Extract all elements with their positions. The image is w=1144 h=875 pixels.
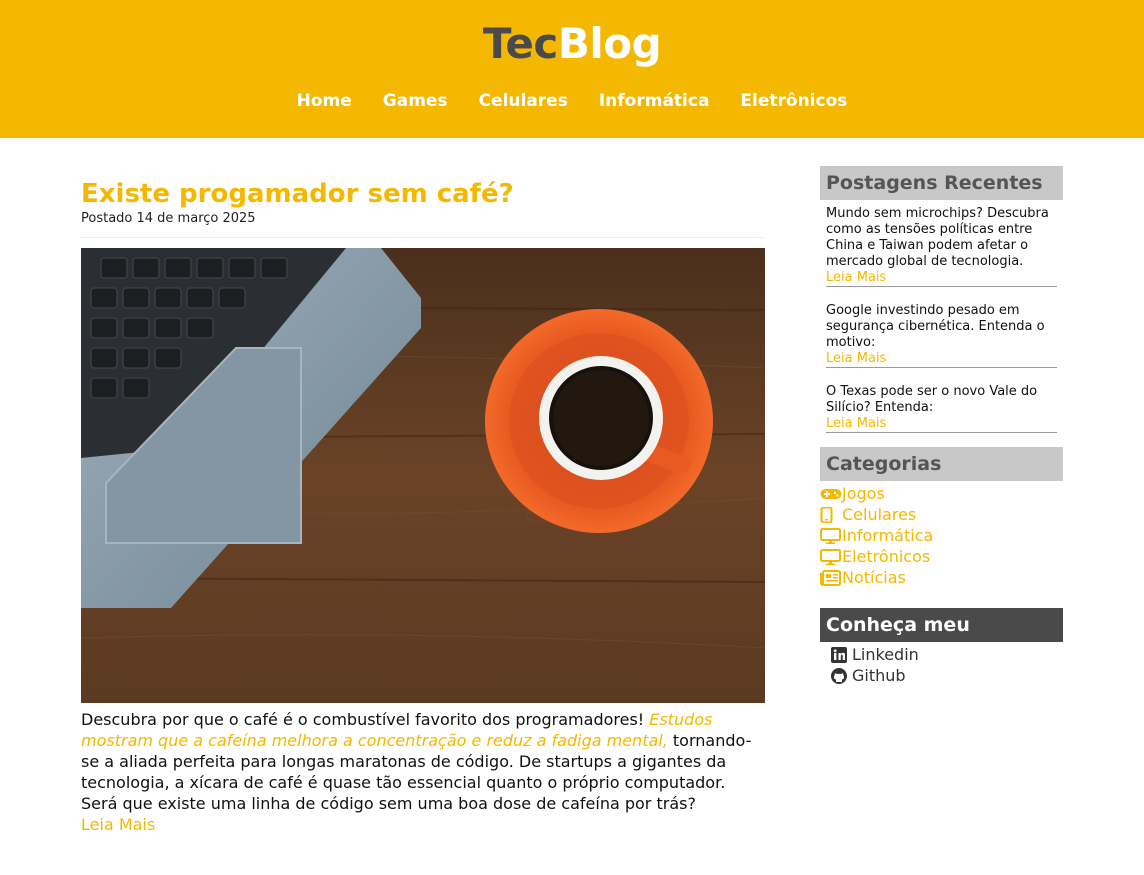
recent-post-read-more[interactable]: Leia Mais [826, 416, 1057, 433]
github-icon [831, 667, 847, 684]
github-label: Github [852, 666, 906, 685]
category-celulares[interactable]: Celulares [820, 504, 1063, 525]
work-links: Linkedin Github [820, 644, 1063, 686]
read-more-link[interactable]: Leia Mais [81, 814, 765, 835]
category-noticias[interactable]: Notícias [820, 567, 1063, 588]
recent-post-text: Mundo sem microchips? Descubra como as t… [826, 206, 1049, 269]
nav-eletronicos[interactable]: Eletrônicos [740, 88, 847, 114]
linkedin-label: Linkedin [852, 645, 919, 664]
post-image-laptop-coffee [81, 248, 765, 703]
linkedin-link[interactable]: Linkedin [830, 644, 1063, 665]
logo-tec: Tec [482, 19, 558, 68]
gamepad-icon [820, 488, 842, 499]
nav-home[interactable]: Home [297, 88, 352, 114]
newspaper-icon [820, 569, 841, 586]
category-label: Informática [842, 526, 934, 545]
category-label: Notícias [842, 568, 906, 587]
desktop-icon [820, 548, 841, 565]
main-content: Existe progamador sem café? Postado 14 d… [81, 138, 765, 835]
post-date: Postado 14 de março 2025 [81, 211, 256, 226]
recent-post-read-more[interactable]: Leia Mais [826, 351, 1057, 368]
recent-post: Google investindo pesado em segurança ci… [820, 303, 1063, 368]
nav-games[interactable]: Games [383, 88, 448, 114]
recent-post: O Texas pode ser o novo Vale do Silício?… [820, 384, 1063, 433]
recent-post-text: Google investindo pesado em segurança ci… [826, 303, 1045, 350]
site-header: TecBlog Home Games Celulares Informática… [0, 0, 1144, 138]
recent-post-text: O Texas pode ser o novo Vale do Silício?… [826, 384, 1038, 415]
category-jogos[interactable]: Jogos [820, 483, 1063, 504]
site-logo[interactable]: TecBlog [0, 18, 1144, 70]
work-heading: Conheça meu trabalho [820, 608, 1063, 670]
recent-posts-heading: Postagens Recentes [820, 166, 1063, 200]
categories-list: Jogos Celulares Informática Eletrônicos … [820, 483, 1063, 588]
post-text-intro: Descubra por que o café é o combustível … [81, 710, 650, 729]
nav-celulares[interactable]: Celulares [479, 88, 568, 114]
divider [81, 237, 765, 238]
recent-post: Mundo sem microchips? Descubra como as t… [820, 206, 1063, 287]
linkedin-icon [831, 646, 847, 663]
category-eletronicos[interactable]: Eletrônicos [820, 546, 1063, 567]
main-nav: Home Games Celulares Informática Eletrôn… [0, 88, 1144, 114]
category-label: Jogos [842, 484, 885, 503]
category-label: Celulares [842, 505, 917, 524]
nav-informatica[interactable]: Informática [599, 88, 710, 114]
category-label: Eletrônicos [842, 547, 931, 566]
post-excerpt: Descubra por que o café é o combustível … [81, 709, 765, 814]
mobile-icon [820, 506, 833, 523]
category-informatica[interactable]: Informática [820, 525, 1063, 546]
monitor-icon [820, 527, 841, 544]
categories-heading: Categorias [820, 447, 1063, 481]
sidebar: Postagens Recentes Mundo sem microchips?… [820, 166, 1063, 686]
logo-blog: Blog [557, 19, 662, 68]
github-link[interactable]: Github [830, 665, 1063, 686]
post-title[interactable]: Existe progamador sem café? [81, 178, 765, 210]
recent-post-read-more[interactable]: Leia Mais [826, 270, 1057, 287]
